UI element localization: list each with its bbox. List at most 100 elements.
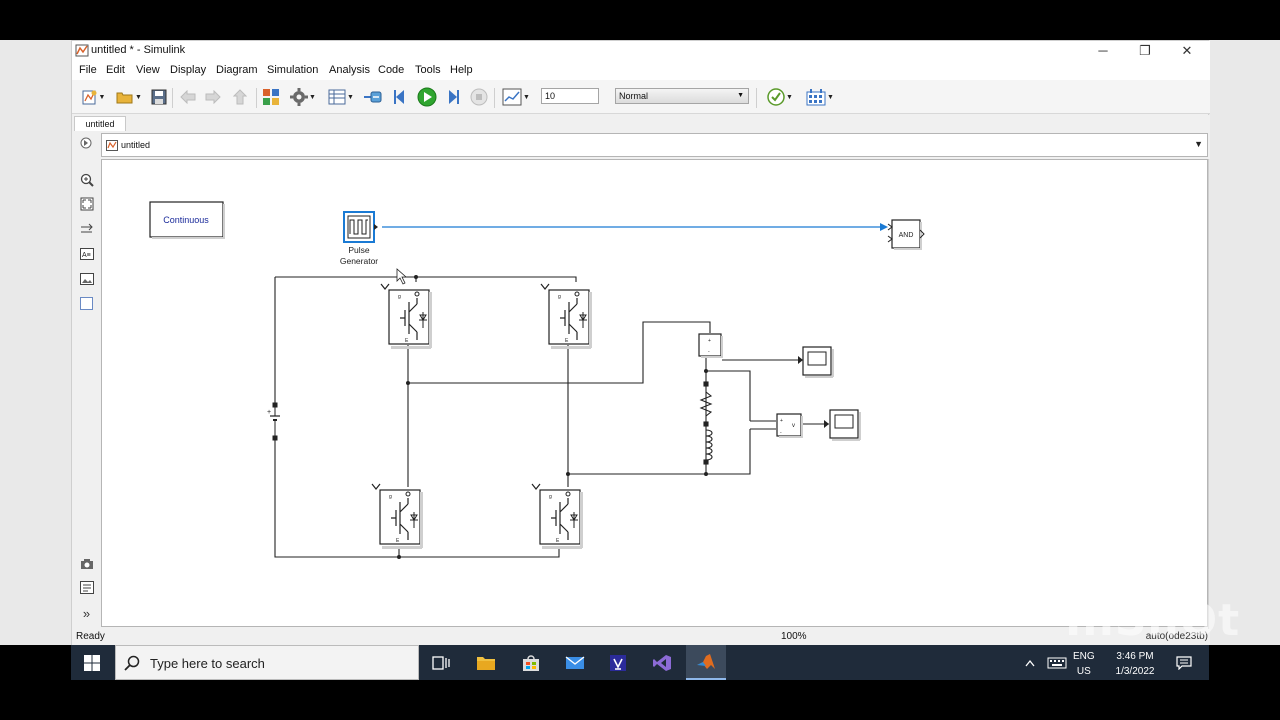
step-back-button[interactable] <box>389 86 411 108</box>
stop-button[interactable] <box>468 86 490 108</box>
editor-app-icon <box>610 654 626 671</box>
clock[interactable]: 3:46 PM 1/3/2022 <box>1105 649 1165 679</box>
simulink-window: untitled * - Simulink ─ ❐ ✕ File Edit Vi… <box>71 40 1210 645</box>
data-inspector-button[interactable] <box>362 86 384 108</box>
area-icon <box>80 297 93 310</box>
vm-plus-label: + <box>780 418 783 424</box>
dc-voltage-source: + <box>267 402 280 441</box>
taskbar: Type here to search ENG US 3:46 PM 1/3/2… <box>71 645 1209 680</box>
build-button[interactable]: ▼ <box>802 86 838 108</box>
run-button[interactable] <box>415 86 439 108</box>
text-annotation-icon: A≡ <box>79 247 94 260</box>
visual-studio-app[interactable] <box>642 645 682 680</box>
notifications-button[interactable] <box>1169 645 1199 680</box>
language-indicator[interactable]: ENG US <box>1073 649 1095 679</box>
menu-simulation[interactable]: Simulation <box>267 64 318 76</box>
menu-view[interactable]: View <box>136 64 160 76</box>
simulation-mode-select[interactable]: Normal ▼ <box>615 88 749 104</box>
arrows-icon <box>80 223 93 232</box>
open-model-button[interactable]: ▼ <box>113 86 145 108</box>
mail-app[interactable] <box>555 645 595 680</box>
matlab-app[interactable] <box>686 645 726 680</box>
toolbar: ▼ ▼ ▼ ▼ ▼ 10 Normal ▼ ▼ ▼ <box>72 80 1210 114</box>
screenshot-button[interactable] <box>79 556 94 571</box>
window-title: untitled * - Simulink <box>91 44 186 56</box>
gear-icon <box>290 88 309 106</box>
save-button[interactable] <box>150 86 168 108</box>
tray-chevron-up-icon[interactable] <box>1019 645 1041 680</box>
back-button[interactable] <box>178 86 198 108</box>
task-view-button[interactable] <box>421 645 461 680</box>
model-tab-bar: untitled <box>72 115 1210 131</box>
menu-analysis[interactable]: Analysis <box>329 64 370 76</box>
matlab-logo-icon <box>697 653 715 669</box>
annotation-button[interactable]: A≡ <box>79 246 94 261</box>
fit-to-view-button[interactable] <box>79 196 94 211</box>
camera-icon <box>80 558 93 569</box>
breadcrumb[interactable]: untitled ▼ <box>101 133 1208 157</box>
menu-tools[interactable]: Tools <box>415 64 441 76</box>
pulse-label-1: Pulse <box>348 245 370 255</box>
new-model-icon <box>82 90 97 104</box>
folder-icon <box>477 656 495 670</box>
tab-untitled[interactable]: untitled <box>74 116 126 131</box>
minimize-button[interactable]: ─ <box>1082 41 1124 61</box>
model-info-button[interactable] <box>79 580 94 595</box>
continuous-label: Continuous <box>163 215 209 225</box>
area-button[interactable] <box>79 296 94 311</box>
menu-edit[interactable]: Edit <box>106 64 125 76</box>
file-explorer-app[interactable] <box>466 645 506 680</box>
folder-open-icon <box>116 92 133 104</box>
model-browser-icon <box>80 137 92 149</box>
svg-text:A≡: A≡ <box>82 252 91 259</box>
arrows-button[interactable] <box>79 221 94 236</box>
library-browser-button[interactable] <box>260 86 282 108</box>
editor-app[interactable] <box>598 645 638 680</box>
model-settings-button[interactable]: ▼ <box>286 86 320 108</box>
data-inspector-icon <box>364 91 382 103</box>
breadcrumb-model[interactable]: untitled <box>121 140 150 150</box>
pulse-generator-block: Pulse Generator <box>340 211 378 266</box>
forward-button[interactable] <box>203 86 223 108</box>
stop-time-input[interactable]: 10 <box>541 88 599 104</box>
logical-and-block: AND <box>887 219 925 250</box>
up-button[interactable] <box>230 86 250 108</box>
vm-v-label: v <box>792 423 795 429</box>
hide-browser-button[interactable] <box>78 137 94 153</box>
image-button[interactable] <box>79 271 94 286</box>
dc-plus-label: + <box>267 409 271 416</box>
new-model-button[interactable]: ▼ <box>77 86 109 108</box>
igbt2-g-label: g <box>558 294 561 300</box>
expand-palette-icon[interactable]: » <box>79 606 94 621</box>
store-bag-icon <box>523 654 539 671</box>
menu-help[interactable]: Help <box>450 64 473 76</box>
menu-file[interactable]: File <box>79 64 97 76</box>
zoom-button[interactable] <box>79 172 94 187</box>
menu-diagram[interactable]: Diagram <box>216 64 258 76</box>
igbt3-g-label: g <box>389 494 392 500</box>
current-measurement-block: + - <box>698 333 723 358</box>
start-button[interactable] <box>71 645 113 680</box>
menu-display[interactable]: Display <box>170 64 206 76</box>
arrow-right-icon <box>205 90 221 104</box>
mouse-cursor-icon <box>396 268 408 285</box>
and-label: AND <box>899 232 914 239</box>
library-grid-icon <box>263 89 279 105</box>
simulink-logo-icon <box>75 44 89 57</box>
model-explorer-button[interactable]: ▼ <box>324 86 358 108</box>
step-forward-button[interactable] <box>442 86 464 108</box>
maximize-button[interactable]: ❐ <box>1124 41 1166 61</box>
store-app[interactable] <box>511 645 551 680</box>
model-advisor-button[interactable]: ▼ <box>762 86 798 108</box>
keyboard-icon[interactable] <box>1043 645 1071 680</box>
record-button[interactable]: ▼ <box>498 86 534 108</box>
model-info-icon <box>79 581 94 594</box>
model-canvas[interactable]: Continuous Pulse Generator AND + g E g E… <box>101 159 1208 627</box>
arrow-up-icon <box>233 89 247 105</box>
chevron-down-icon[interactable]: ▼ <box>1194 139 1203 149</box>
menu-code[interactable]: Code <box>378 64 404 76</box>
clock-date: 1/3/2022 <box>1115 666 1155 677</box>
voltage-measurement-block: + - v <box>776 413 803 438</box>
close-button[interactable]: ✕ <box>1166 41 1208 61</box>
taskbar-search-input[interactable]: Type here to search <box>115 645 419 680</box>
